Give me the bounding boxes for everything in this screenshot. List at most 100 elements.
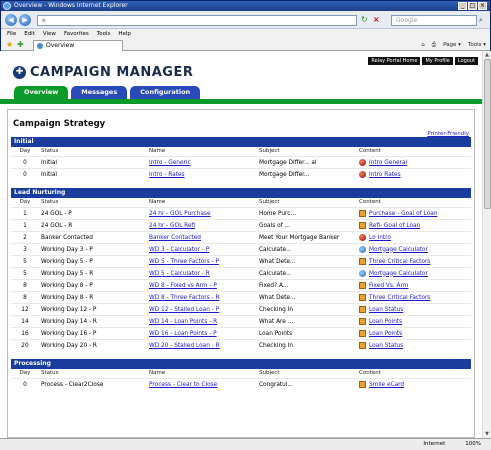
forward-button[interactable]: ▶ <box>19 14 31 26</box>
section-initial: Initial Day Status Name Subject Content 0 Initi… <box>11 137 471 180</box>
document-icon <box>359 381 366 388</box>
row-name-link[interactable]: WD 8 - Three Factors - R <box>149 292 259 303</box>
row-subject: Mortgage Differ... <box>259 172 310 178</box>
row-content-link[interactable]: Refi- Goal of Loan <box>369 220 420 232</box>
row-day: 20 <box>21 343 29 349</box>
minimize-button[interactable]: _ <box>458 2 467 10</box>
browser-tab-overview[interactable]: Overview <box>33 40 123 51</box>
scrollbar[interactable]: ▲ ▼ <box>482 51 491 438</box>
row-status: Working Day 12 - P <box>41 307 97 313</box>
row-subject: What Are ... <box>259 319 294 325</box>
section-header: Lead Nurturing <box>11 188 471 198</box>
row-day: 0 <box>23 382 27 388</box>
row-name-link[interactable]: Intro - Generic <box>149 157 259 168</box>
column-headers: Day Status Name Subject Content <box>11 198 471 207</box>
row-content-link[interactable]: Loan Status <box>369 304 403 316</box>
row-name-link[interactable]: WD 5 - Three Factors - P <box>149 256 259 267</box>
row-day: 0 <box>23 172 27 178</box>
row-day: 5 <box>23 259 27 265</box>
scroll-down-icon[interactable]: ▼ <box>483 430 491 438</box>
row-name-link[interactable]: Intro - Rates <box>149 169 259 180</box>
document-icon <box>359 222 366 229</box>
col-subject: Subject <box>259 199 280 205</box>
row-name-link[interactable]: WD 14 - Loan Points - R <box>149 316 259 327</box>
tab-overview[interactable]: Overview <box>14 86 69 99</box>
row-status: Working Day 8 - P <box>41 283 93 289</box>
page-title: Campaign Strategy <box>13 119 106 129</box>
table-row: 3 Working Day 3 - P WD 3 - Calculator - PC… <box>11 243 471 255</box>
row-name-link[interactable]: WD 12 - Stalled Loan - P <box>149 304 259 315</box>
col-subject: Subject <box>259 370 280 376</box>
search-icon[interactable]: ⌕ <box>479 15 483 26</box>
menu-favorites[interactable]: Favorites <box>64 29 89 39</box>
menu-view[interactable]: View <box>43 29 56 39</box>
row-day: 12 <box>21 307 29 313</box>
row-content-link[interactable]: Three Critical Factors <box>369 292 430 304</box>
zoom-level[interactable]: 100% <box>465 439 481 450</box>
row-status: Banker Contacted <box>41 235 93 241</box>
row-status: 24 GOL - R <box>41 223 73 229</box>
row-name-link[interactable]: WD 16 - Loan Points - P <box>149 328 259 339</box>
refresh-icon[interactable]: ↻ <box>361 15 371 25</box>
email-icon <box>359 171 366 178</box>
address-bar[interactable]: e <box>37 15 357 26</box>
tab-messages[interactable]: Messages <box>71 86 128 99</box>
row-day: 1 <box>23 223 27 229</box>
row-content-link[interactable]: Intro Rates <box>369 169 401 181</box>
stop-icon[interactable]: × <box>373 15 383 25</box>
menu-file[interactable]: File <box>7 29 16 39</box>
search-input[interactable]: Google <box>391 15 477 26</box>
menu-edit[interactable]: Edit <box>24 29 35 39</box>
col-status: Status <box>41 370 59 376</box>
logout-link[interactable]: Logout <box>454 57 478 65</box>
home-icon[interactable]: ⌂ <box>421 40 425 50</box>
row-name-link[interactable]: Process - Clear to Close <box>149 379 259 390</box>
row-content-link[interactable]: Loan Status <box>369 340 403 352</box>
maximize-button[interactable]: □ <box>468 2 477 10</box>
row-content-link[interactable]: Smile eCard <box>369 379 404 391</box>
favorites-star-icon[interactable]: ★ <box>6 40 13 50</box>
my-profile-link[interactable]: My Profile <box>422 57 453 65</box>
row-subject: What Dete... <box>259 295 296 301</box>
row-content-link[interactable]: Mortgage Calculator <box>369 268 428 280</box>
print-icon[interactable]: ⎙ <box>432 40 436 50</box>
row-name-link[interactable]: WD 8 - Fixed vs Arm - P <box>149 280 259 291</box>
row-content-link[interactable]: Lo Intro <box>369 232 391 244</box>
row-name-link[interactable]: 24 hr - GOL Refi <box>149 220 259 231</box>
row-name-link[interactable]: Banker Contacted <box>149 232 259 243</box>
row-name-link[interactable]: WD 5 - Calculator - R <box>149 268 259 279</box>
row-content-link[interactable]: Intro General <box>369 157 407 169</box>
row-content-link[interactable]: Loan Points <box>369 328 402 340</box>
scroll-thumb[interactable] <box>484 59 491 209</box>
row-content-link[interactable]: Loan Points <box>369 316 402 328</box>
scroll-up-icon[interactable]: ▲ <box>483 51 491 59</box>
row-day: 5 <box>23 271 27 277</box>
row-subject: What Dete... <box>259 259 296 265</box>
menu-tools[interactable]: Tools <box>97 29 111 39</box>
row-content-link[interactable]: Purchase - Goal of Loan <box>369 208 437 220</box>
row-content-link[interactable]: Three Critical Factors <box>369 256 430 268</box>
table-row: 5 Working Day 5 - P WD 5 - Three Factors -… <box>11 255 471 267</box>
table-row: 8 Working Day 8 - R WD 8 - Three Factors -… <box>11 291 471 303</box>
add-favorite-icon[interactable]: ✚ <box>17 40 24 50</box>
col-status: Status <box>41 199 59 205</box>
relay-portal-home-link[interactable]: Relay Portal Home <box>368 57 421 65</box>
close-button[interactable]: × <box>478 2 487 10</box>
row-name-link[interactable]: WD 20 - Stalled Loan - R <box>149 340 259 351</box>
tab-configuration[interactable]: Configuration <box>130 86 201 99</box>
row-content-link[interactable]: Mortgage Calculator <box>369 244 428 256</box>
document-icon <box>359 342 366 349</box>
menu-help[interactable]: Help <box>118 29 131 39</box>
globe-icon <box>359 270 366 277</box>
document-icon <box>359 318 366 325</box>
window-title: Overview - Windows Internet Explorer <box>14 2 128 9</box>
row-name-link[interactable]: 24 hr - GOL Purchase <box>149 208 259 219</box>
back-button[interactable]: ◀ <box>5 14 17 26</box>
row-subject: Congratul... <box>259 382 293 388</box>
row-name-link[interactable]: WD 3 - Calculator - P <box>149 244 259 255</box>
row-content-link[interactable]: Fixed Vs. Arm <box>369 280 408 292</box>
tools-menu[interactable]: Tools ▾ <box>468 40 486 50</box>
section-lead-nurturing: Lead Nurturing Day Status Name Subject Conten… <box>11 188 471 351</box>
page-menu[interactable]: Page ▾ <box>443 40 461 50</box>
row-status: Working Day 16 - P <box>41 331 97 337</box>
